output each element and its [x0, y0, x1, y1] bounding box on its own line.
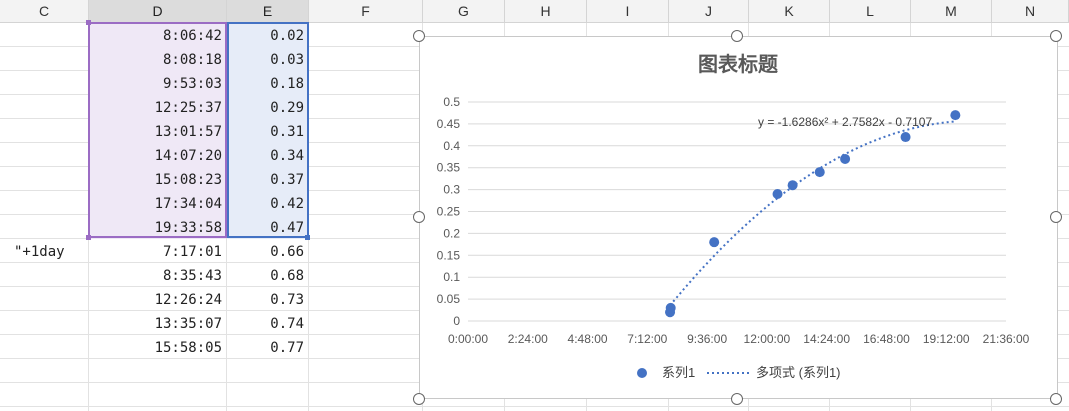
chart-area[interactable]: 图表标题 0 0.05 0.1 0.15 0.2 0.25 0.3 0.35 0.4 0.45 0.… — [419, 36, 1058, 399]
chart-resize-handle-s[interactable] — [731, 393, 743, 405]
cell-d-time[interactable]: 19:33:58 — [89, 216, 222, 240]
data-point[interactable] — [709, 237, 720, 248]
legend-label-series1: 系列1 — [662, 365, 695, 380]
x-tick-label: 12:00:00 — [744, 332, 791, 346]
column-header-c[interactable]: C — [0, 0, 89, 22]
column-header-n[interactable]: N — [992, 0, 1069, 22]
column-header-k[interactable]: K — [749, 0, 830, 22]
chart-resize-handle-ne[interactable] — [1050, 30, 1062, 42]
column-header-i[interactable]: I — [587, 0, 669, 22]
chart-resize-handle-n[interactable] — [731, 30, 743, 42]
y-tick-label: 0.5 — [443, 95, 460, 109]
y-tick-label: 0.15 — [437, 248, 461, 262]
cell-e-value[interactable]: 0.77 — [227, 336, 304, 360]
cell-d-time[interactable]: 8:06:42 — [89, 24, 222, 48]
data-point[interactable] — [840, 153, 851, 164]
column-header-h[interactable]: H — [505, 0, 587, 22]
cell-d-time[interactable]: 8:08:18 — [89, 48, 222, 72]
scatter-chart[interactable]: 图表标题 0 0.05 0.1 0.15 0.2 0.25 0.3 0.35 0.4 0.45 0.… — [420, 37, 1057, 398]
data-point[interactable] — [665, 302, 676, 313]
chart-resize-handle-nw[interactable] — [413, 30, 425, 42]
chart-title[interactable]: 图表标题 — [698, 52, 779, 76]
trendline-series[interactable] — [669, 120, 956, 307]
cell-e-value[interactable]: 0.37 — [227, 168, 304, 192]
cell-d-time[interactable]: 12:26:24 — [89, 288, 222, 312]
data-point[interactable] — [772, 188, 783, 199]
x-tick-label: 2:24:00 — [508, 332, 548, 346]
column-header-g[interactable]: G — [423, 0, 505, 22]
cell-d-time[interactable]: 13:01:57 — [89, 120, 222, 144]
chart-resize-handle-sw[interactable] — [413, 393, 425, 405]
data-point[interactable] — [814, 167, 825, 178]
cell-e-value[interactable]: 0.18 — [227, 72, 304, 96]
x-tick-label: 7:12:00 — [627, 332, 667, 346]
cell-e-value[interactable]: 0.42 — [227, 192, 304, 216]
y-tick-label: 0.3 — [443, 183, 460, 197]
resize-handle-e-bottom[interactable] — [305, 235, 310, 240]
cell-d-time[interactable]: 8:35:43 — [89, 264, 222, 288]
legend-marker-series1 — [637, 368, 647, 378]
cell-e-value[interactable]: 0.34 — [227, 144, 304, 168]
cell-e-value[interactable]: 0.02 — [227, 24, 304, 48]
column-header-d[interactable]: D — [89, 0, 227, 22]
y-tick-label: 0.35 — [437, 161, 461, 175]
x-tick-label: 16:48:00 — [863, 332, 910, 346]
y-tick-label: 0 — [453, 314, 460, 328]
cell-d-time[interactable]: 9:53:03 — [89, 72, 222, 96]
legend-label-trendline: 多项式 (系列1) — [756, 365, 841, 380]
cell-e-value[interactable]: 0.29 — [227, 96, 304, 120]
x-tick-label: 21:36:00 — [983, 332, 1030, 346]
chart-resize-handle-se[interactable] — [1050, 393, 1062, 405]
x-tick-label: 19:12:00 — [923, 332, 970, 346]
y-tick-label: 0.45 — [437, 117, 461, 131]
x-tick-label: 0:00:00 — [448, 332, 488, 346]
cell-d-time[interactable]: 15:08:23 — [89, 168, 222, 192]
y-tick-label: 0.4 — [443, 139, 460, 153]
cell-d-time[interactable]: 13:35:07 — [89, 312, 222, 336]
data-point[interactable] — [900, 132, 911, 143]
column-header-l[interactable]: L — [830, 0, 911, 22]
x-tick-label: 9:36:00 — [687, 332, 727, 346]
trendline-equation[interactable]: y = -1.6286x² + 2.7582x - 0.7107 — [758, 115, 932, 129]
cell-d-time[interactable]: 14:07:20 — [89, 144, 222, 168]
y-tick-label: 0.05 — [437, 292, 461, 306]
column-header-e[interactable]: E — [227, 0, 309, 22]
cell-c-note[interactable]: "+1day — [14, 240, 88, 264]
column-header-j[interactable]: J — [669, 0, 749, 22]
cell-d-time[interactable]: 12:25:37 — [89, 96, 222, 120]
cell-e-value[interactable]: 0.03 — [227, 48, 304, 72]
y-tick-label: 0.25 — [437, 205, 461, 219]
row-gridline — [0, 406, 1069, 407]
chart-resize-handle-e[interactable] — [1050, 211, 1062, 223]
cell-e-value[interactable]: 0.31 — [227, 120, 304, 144]
y-tick-label: 0.1 — [443, 270, 460, 284]
data-point[interactable] — [787, 180, 798, 191]
cell-e-value[interactable]: 0.73 — [227, 288, 304, 312]
cell-d-time[interactable]: 15:58:05 — [89, 336, 222, 360]
cell-e-value[interactable]: 0.68 — [227, 264, 304, 288]
x-tick-label: 14:24:00 — [803, 332, 850, 346]
chart-legend[interactable]: 系列1 多项式 (系列1) — [637, 365, 841, 380]
chart-resize-handle-w[interactable] — [413, 211, 425, 223]
cell-e-value[interactable]: 0.74 — [227, 312, 304, 336]
column-header-f[interactable]: F — [309, 0, 423, 22]
y-tick-label: 0.2 — [443, 226, 460, 240]
cell-e-value[interactable]: 0.66 — [227, 240, 304, 264]
data-point[interactable] — [950, 110, 961, 121]
cell-d-time[interactable]: 7:17:01 — [89, 240, 222, 264]
column-header-m[interactable]: M — [911, 0, 992, 22]
x-tick-label: 4:48:00 — [568, 332, 608, 346]
cell-d-time[interactable]: 17:34:04 — [89, 192, 222, 216]
cell-e-value[interactable]: 0.47 — [227, 216, 304, 240]
